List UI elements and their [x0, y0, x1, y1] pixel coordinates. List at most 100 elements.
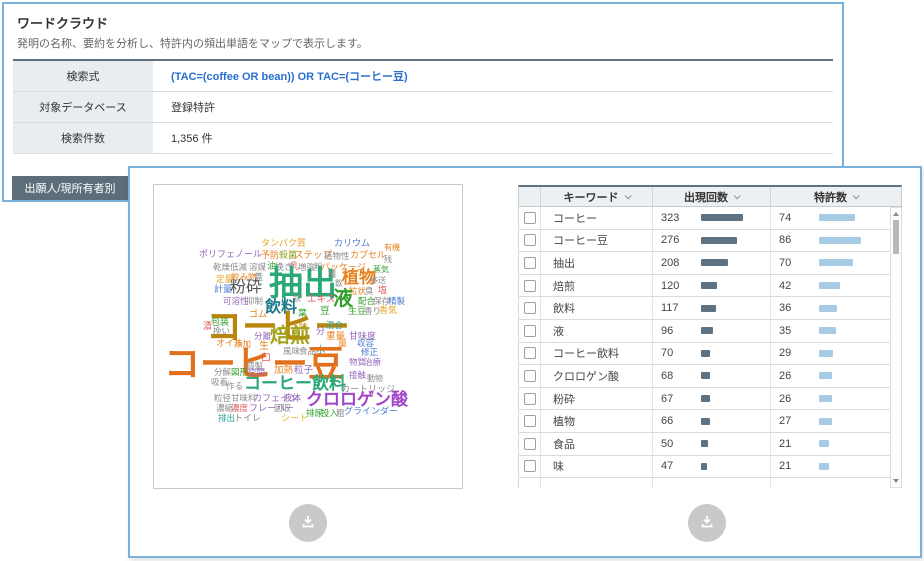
row-checkbox[interactable] [524, 415, 536, 427]
download-wordcloud-button[interactable] [289, 504, 327, 542]
keyword-column-label: キーワード [564, 189, 619, 205]
wordcloud-word: 有機 [384, 244, 400, 252]
select-cell [519, 207, 541, 229]
occurrence-column-label: 出現回数 [684, 189, 728, 205]
patent-cell: 26 [771, 388, 890, 410]
wordcloud-word: タンパク質 [261, 239, 306, 248]
download-table-button[interactable] [688, 504, 726, 542]
scroll-up-arrow-icon[interactable] [893, 212, 899, 216]
scrollbar-thumb[interactable] [893, 220, 899, 254]
select-cell [519, 252, 541, 274]
patent-cell: 70 [771, 252, 890, 274]
patent-value: 21 [771, 460, 819, 472]
table-row: クロロゲン酸68 26 [519, 365, 890, 388]
occurrence-cell: 276 [653, 230, 771, 252]
occurrence-value: 96 [653, 325, 701, 337]
occurrence-bar [701, 418, 710, 425]
keyword-column-header[interactable]: キーワード [541, 187, 653, 206]
row-checkbox[interactable] [524, 257, 536, 269]
wordcloud-result-panel: タンパク質カリウム有機ポリフェノール予防殺菌ステップ植物性カプセル残乾燥低減溶媒… [128, 166, 922, 558]
hit-count-label: 検索件数 [13, 123, 153, 153]
table-row: 焙煎12042 [519, 275, 890, 298]
table-scrollbar[interactable] [890, 207, 902, 488]
row-checkbox[interactable] [524, 370, 536, 382]
patent-value: 21 [771, 438, 819, 450]
chevron-down-icon [853, 192, 860, 199]
patent-cell: 35 [771, 320, 890, 342]
patent-bar [819, 463, 829, 470]
wordcloud-word: ポリフェノール [199, 250, 262, 259]
occurrence-cell: 66 [653, 410, 771, 432]
wordcloud-word: 挽い [213, 327, 230, 336]
patent-column-header[interactable]: 特許数 [771, 187, 901, 206]
row-checkbox[interactable] [524, 280, 536, 292]
wordcloud-word: 低減 [230, 263, 247, 272]
panel-title: ワードクラウド [4, 4, 842, 35]
patent-bar [819, 327, 836, 334]
row-checkbox[interactable] [524, 438, 536, 450]
wordcloud-word: 移送 [370, 277, 386, 285]
occurrence-cell: 96 [653, 320, 771, 342]
wordcloud-word: 抑制 [246, 297, 263, 306]
scroll-down-arrow-icon[interactable] [893, 479, 899, 483]
patent-value: 86 [771, 234, 819, 246]
empty-cell [653, 478, 771, 488]
patent-bar [819, 350, 833, 357]
database-value: 登録特許 [153, 92, 833, 122]
keyword-cell: コーヒー豆 [541, 230, 653, 252]
occurrence-value: 47 [653, 460, 701, 472]
keyword-cell: 飲料 [541, 297, 653, 319]
occurrence-value: 276 [653, 234, 701, 246]
row-checkbox[interactable] [524, 212, 536, 224]
row-checkbox[interactable] [524, 393, 536, 405]
table-row-partial [519, 478, 890, 488]
occurrence-column-header[interactable]: 出現回数 [653, 187, 771, 206]
row-checkbox[interactable] [524, 325, 536, 337]
keyword-cell: クロロゲン酸 [541, 365, 653, 387]
patent-cell: 86 [771, 230, 890, 252]
wordcloud-word: 排出 [218, 414, 235, 423]
empty-cell [519, 478, 541, 488]
wordcloud-word: 治療 [364, 358, 381, 367]
patent-cell: 42 [771, 275, 890, 297]
info-row-search-formula: 検索式 (TAC=(coffee OR bean)) OR TAC=(コーヒー豆… [13, 61, 833, 92]
patent-cell: 27 [771, 410, 890, 432]
patent-cell: 74 [771, 207, 890, 229]
select-cell [519, 230, 541, 252]
select-cell [519, 410, 541, 432]
row-checkbox[interactable] [524, 347, 536, 359]
search-formula-value[interactable]: (TAC=(coffee OR bean)) OR TAC=(コーヒー豆) [153, 61, 833, 91]
patent-value: 27 [771, 415, 819, 427]
keyword-cell: 液 [541, 320, 653, 342]
select-cell [519, 365, 541, 387]
wordcloud-word: トイレ [234, 414, 261, 423]
patent-cell: 26 [771, 365, 890, 387]
table-row: コーヒー飲料7029 [519, 343, 890, 366]
occurrence-bar [701, 395, 710, 402]
patent-bar [819, 372, 832, 379]
patent-value: 70 [771, 257, 819, 269]
wordcloud-word: 分 [316, 327, 325, 336]
keyword-cell: コーヒー飲料 [541, 343, 653, 365]
occurrence-bar [701, 282, 717, 289]
wordcloud-word: 可溶性 [223, 297, 249, 306]
wordcloud-word: 動物 [367, 375, 383, 383]
wordcloud-word: 粒径 [214, 394, 231, 403]
wordcloud-word: シート [281, 414, 308, 423]
patent-bar [819, 259, 853, 266]
table-row: 食品5021 [519, 433, 890, 456]
wordcloud: タンパク質カリウム有機ポリフェノール予防殺菌ステップ植物性カプセル残乾燥低減溶媒… [153, 184, 463, 489]
wordcloud-word: 分離 [254, 332, 271, 341]
applicant-owner-button[interactable]: 出願人/現所有者別 [12, 176, 128, 200]
wordcloud-word: 分解 [214, 368, 231, 377]
occurrence-value: 68 [653, 370, 701, 382]
keyword-table-body: コーヒー32374コーヒー豆27686抽出20870焙煎12042飲料11736… [519, 207, 890, 488]
wordcloud-word: 回収 [274, 404, 291, 413]
row-checkbox[interactable] [524, 302, 536, 314]
patent-value: 36 [771, 302, 819, 314]
occurrence-cell: 70 [653, 343, 771, 365]
row-checkbox[interactable] [524, 460, 536, 472]
row-checkbox[interactable] [524, 234, 536, 246]
table-row: 植物6627 [519, 410, 890, 433]
panel-description: 発明の名称、要約を分析し、特許内の頻出単語をマップで表示します。 [4, 35, 842, 59]
